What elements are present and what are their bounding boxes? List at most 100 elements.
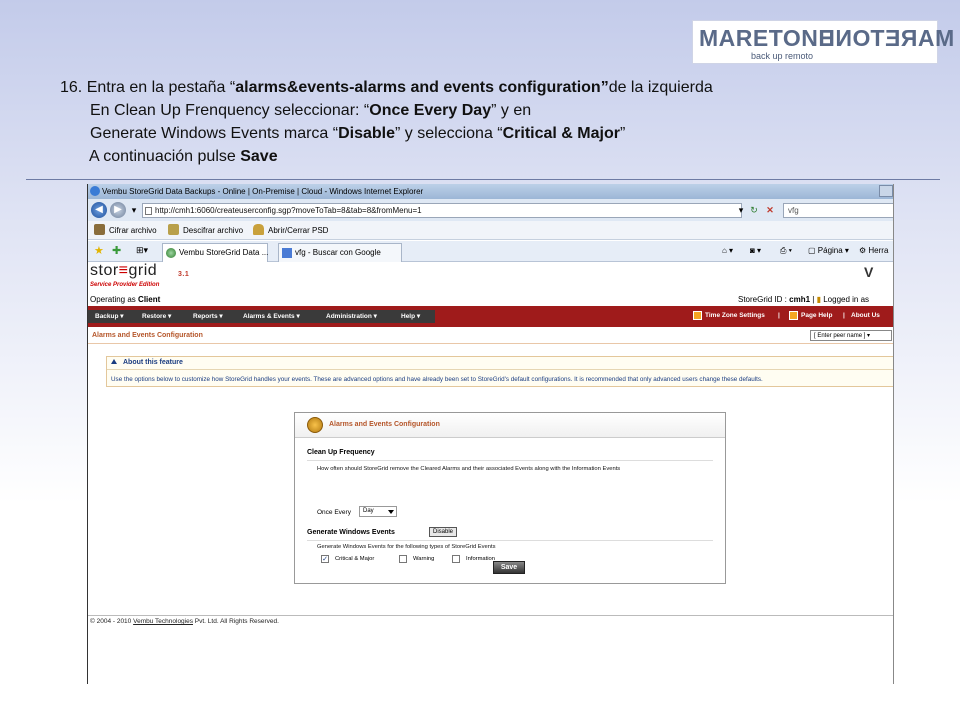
- peer-placeholder: [ Enter peer name ]: [814, 333, 866, 339]
- storegrid-id-label: StoreGrid ID :: [738, 295, 787, 304]
- home-icon[interactable]: ⌂ ▾: [722, 246, 733, 255]
- divider: [107, 369, 893, 370]
- vembu-mark: V: [864, 264, 874, 280]
- menu-help[interactable]: Help ▾: [401, 312, 420, 320]
- storegrid-id: StoreGrid ID : cmh1 | ▮ Logged in as: [738, 295, 870, 304]
- divider: [307, 460, 713, 461]
- refresh-icon[interactable]: ↻: [748, 203, 760, 217]
- tab-bar: ★ ✚ ⊞▾ Vembu StoreGrid Data ... vfg - Bu…: [88, 241, 893, 262]
- windows-events-title: Generate Windows Events: [307, 529, 395, 536]
- logo-text: MARETONE: [699, 25, 835, 51]
- open-close-psd-button[interactable]: Abrir/Cerrar PSD: [268, 226, 328, 235]
- url-field[interactable]: http://cmh1:6060/createuserconfig.sgp?mo…: [142, 203, 742, 218]
- clock-icon: [693, 311, 702, 320]
- favorites-star-icon[interactable]: ★: [94, 244, 104, 257]
- time-zone-settings-link[interactable]: Time Zone Settings: [705, 312, 765, 319]
- search-value: vfg: [788, 206, 799, 215]
- menu-backup[interactable]: Backup ▾: [95, 312, 124, 320]
- separator-line: [26, 179, 940, 180]
- window-title: Vembu StoreGrid Data Backups - Online | …: [102, 187, 424, 196]
- tab-google[interactable]: vfg - Buscar con Google: [278, 243, 402, 262]
- page-help-link[interactable]: Page Help: [801, 312, 832, 319]
- encrypt-icon: [94, 224, 105, 235]
- ie-icon: [90, 186, 100, 196]
- menu-administration[interactable]: Administration ▾: [326, 312, 377, 320]
- tab-label: vfg - Buscar con Google: [295, 248, 381, 257]
- config-header: Alarms and Events Configuration: [295, 413, 725, 438]
- storegrid-logo: stor≡grid 3.1: [90, 262, 190, 279]
- quick-tabs-icon[interactable]: ⊞▾: [136, 245, 148, 256]
- disable-button[interactable]: Disable: [429, 527, 458, 537]
- stop-icon[interactable]: ✕: [764, 203, 776, 217]
- maretone-logo: MARETONE MARETONE back up remoto: [692, 20, 954, 64]
- minimize-icon[interactable]: [879, 185, 893, 197]
- page-menu[interactable]: ▢ Página ▾: [808, 246, 849, 255]
- feeds-icon[interactable]: ◙ ▾: [750, 246, 761, 255]
- version-label: 3.1: [178, 271, 190, 278]
- logo-mirror-text: MARETONE: [819, 25, 955, 51]
- logged-in-label: Logged in as: [823, 295, 870, 304]
- config-title: Alarms and Events Configuration: [329, 421, 440, 428]
- cleanup-description: How often should StoreGrid remove the Cl…: [317, 466, 621, 472]
- storegrid-id-value: cmh1: [789, 295, 811, 304]
- frequency-value: Day: [363, 508, 374, 514]
- instruction-line-2: En Clean Up Frenquency seleccionar: “Onc…: [90, 102, 532, 119]
- logo-subtitle: back up remoto: [751, 51, 814, 61]
- browser-window: Vembu StoreGrid Data Backups - Online | …: [87, 184, 894, 684]
- cleanup-frequency-title: Clean Up Frequency: [307, 449, 375, 456]
- save-button[interactable]: Save: [493, 561, 525, 574]
- folder-icon: [253, 224, 264, 235]
- about-title: About this feature: [123, 359, 183, 366]
- url-dropdown-icon[interactable]: ▾: [735, 203, 747, 217]
- chevron-down-icon: [388, 510, 394, 514]
- vembu-link[interactable]: Vembu Technologies: [133, 618, 193, 625]
- menu-reports[interactable]: Reports ▾: [193, 312, 223, 320]
- menu-divider: |: [843, 312, 845, 319]
- page-title: Alarms and Events Configuration: [88, 328, 893, 344]
- about-feature-toggle[interactable]: About this feature: [111, 359, 183, 366]
- collapse-arrow-icon: [111, 359, 117, 364]
- about-us-link[interactable]: About Us: [851, 312, 880, 319]
- critical-major-checkbox[interactable]: ✓: [321, 555, 329, 563]
- peer-select[interactable]: [ Enter peer name ] ▾: [810, 330, 892, 341]
- instruction-line-1: 16. Entra en la pestaña “alarms&events-a…: [60, 79, 713, 96]
- config-panel: Alarms and Events Configuration Clean Up…: [294, 412, 726, 584]
- page-icon: [145, 207, 152, 215]
- instruction-line-3: Generate Windows Events marca “Disable” …: [90, 125, 626, 142]
- operating-label: Operating as: [90, 295, 136, 304]
- back-icon[interactable]: ◀: [91, 202, 107, 218]
- frequency-select[interactable]: Day: [359, 506, 397, 517]
- add-favorite-icon[interactable]: ✚: [112, 244, 121, 257]
- rights-text: Pvt. Ltd. All Rights Reserved.: [192, 618, 279, 625]
- history-dropdown-icon[interactable]: ▾: [128, 203, 140, 217]
- copyright-text: © 2004 - 2010: [90, 618, 134, 625]
- command-bar: Cifrar archivo Descifrar archivo Abrir/C…: [88, 221, 893, 240]
- warning-checkbox[interactable]: [399, 555, 407, 563]
- operating-as: Operating as Client: [90, 295, 160, 304]
- forward-icon[interactable]: ▶: [110, 202, 126, 218]
- print-icon[interactable]: ⎙ ▾: [780, 246, 792, 256]
- help-icon: [789, 311, 798, 320]
- encrypt-file-button[interactable]: Cifrar archivo: [109, 226, 157, 235]
- menu-restore[interactable]: Restore ▾: [142, 312, 171, 320]
- alarm-bell-icon: [307, 417, 323, 433]
- logo-part-2: grid: [128, 262, 158, 279]
- menu-alarms-events[interactable]: Alarms & Events ▾: [243, 312, 300, 320]
- divider: [307, 540, 713, 541]
- instruction-line-4: A continuación pulse Save: [89, 148, 278, 165]
- tab-favicon-icon: [166, 248, 176, 258]
- operating-value: Client: [138, 295, 161, 304]
- decrypt-file-button[interactable]: Descifrar archivo: [183, 226, 243, 235]
- copyright-footer: © 2004 - 2010 Vembu Technologies Pvt. Lt…: [88, 615, 893, 627]
- tools-menu[interactable]: ⚙ Herra: [859, 246, 888, 255]
- about-feature-box: About this feature Use the options below…: [106, 356, 893, 387]
- menu-divider: |: [778, 312, 780, 319]
- url-text: http://cmh1:6060/createuserconfig.sgp?mo…: [155, 206, 422, 215]
- information-label: Information: [466, 556, 495, 562]
- search-input[interactable]: vfg: [783, 203, 893, 218]
- information-checkbox[interactable]: [452, 555, 460, 563]
- critical-major-label: Critical & Major: [335, 556, 375, 562]
- page-menu-label: Página: [817, 246, 843, 255]
- address-bar: ◀ ▶ ▾ http://cmh1:6060/createuserconfig.…: [88, 199, 893, 221]
- tab-storegrid[interactable]: Vembu StoreGrid Data ...: [162, 243, 268, 262]
